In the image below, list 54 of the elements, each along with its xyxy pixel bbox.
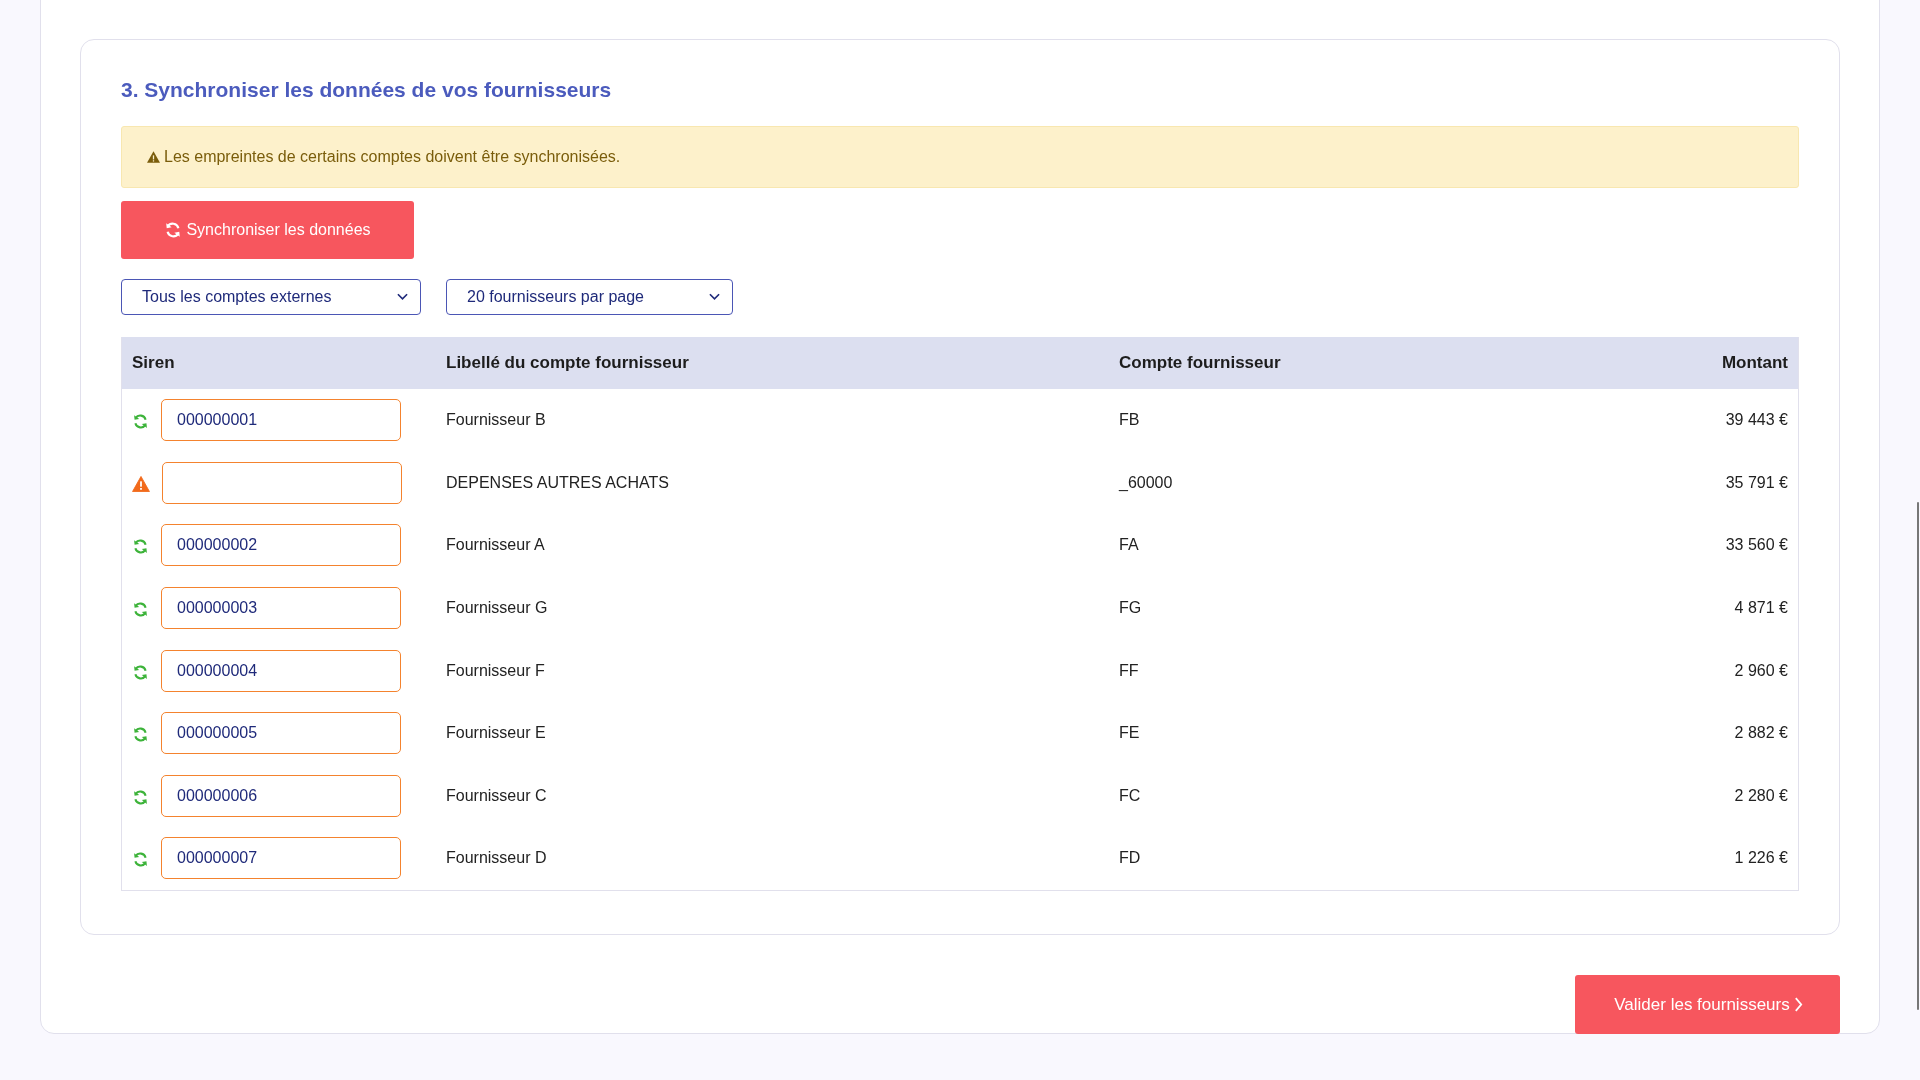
siren-input[interactable]: 000000007 [161, 837, 401, 880]
column-header: Siren [131, 353, 176, 373]
column-header: Montant [1720, 353, 1789, 373]
table-cell-text: FG [1119, 599, 1143, 618]
sync-icon [164, 221, 183, 239]
sync-icon [132, 663, 149, 681]
table-cell-text: Fournisseur F [446, 661, 546, 680]
sync-icon [132, 788, 149, 806]
column-header: Compte fournisseur [1119, 353, 1282, 373]
siren-input[interactable] [162, 461, 402, 504]
table-cell-text: 1 226 € [1733, 849, 1789, 868]
table-cell-text: FD [1119, 849, 1142, 868]
table-cell-text: 4 871 € [1733, 599, 1789, 618]
siren-input[interactable]: 000000006 [161, 774, 401, 817]
siren-input[interactable]: 000000001 [161, 399, 401, 442]
chevron-down-icon [397, 293, 408, 301]
sync-icon [132, 413, 149, 431]
table-cell-text: _60000 [1119, 473, 1174, 492]
sync-icon [132, 601, 149, 619]
table-cell-text: 2 960 € [1733, 661, 1789, 680]
table-cell-text: FC [1119, 786, 1142, 805]
warning-icon [147, 151, 160, 163]
table-cell-text: DEPENSES AUTRES ACHATS [446, 473, 670, 492]
table-cell-text: Fournisseur A [446, 536, 546, 555]
table-cell-text: Fournisseur E [446, 724, 547, 743]
sync-icon [132, 538, 149, 556]
table-cell-text: 35 791 € [1724, 473, 1789, 492]
sync-icon [132, 851, 149, 869]
table-cell-text: 2 280 € [1733, 786, 1789, 805]
table-cell-text: Fournisseur C [446, 786, 548, 805]
column-header: Libellé du compte fournisseur [446, 353, 690, 373]
table-cell-text: FE [1119, 724, 1141, 743]
table-cell-text: 2 882 € [1733, 724, 1789, 743]
siren-input[interactable]: 000000002 [161, 524, 401, 567]
table-cell-text: Fournisseur D [446, 849, 548, 868]
scrollbar[interactable] [1917, 502, 1919, 1010]
warning-icon [132, 475, 150, 492]
table-cell-text: FA [1119, 536, 1140, 555]
filter-select[interactable]: Tous les comptes externes [121, 279, 421, 315]
siren-input[interactable]: 000000004 [161, 649, 401, 692]
alert-text: Les empreintes de certains comptes doivent être synchronisées. [164, 148, 621, 166]
table-cell-text: 39 443 € [1724, 411, 1789, 430]
table-cell-text: FB [1119, 411, 1141, 430]
table-cell-text: FF [1119, 661, 1140, 680]
chevron-down-icon [709, 293, 720, 301]
table-cell-text: Fournisseur B [446, 411, 547, 430]
siren-input[interactable]: 000000003 [161, 587, 401, 630]
chevron-right-icon [1793, 997, 1803, 1012]
siren-input[interactable]: 000000005 [161, 712, 401, 755]
table-cell-text: 33 560 € [1724, 536, 1789, 555]
table-cell-text: Fournisseur G [446, 599, 549, 618]
filter-select[interactable]: 20 fournisseurs par page [446, 279, 733, 315]
section-title: 3. Synchroniser les données de vos fournisseurs [121, 78, 613, 102]
sync-icon [132, 726, 149, 744]
